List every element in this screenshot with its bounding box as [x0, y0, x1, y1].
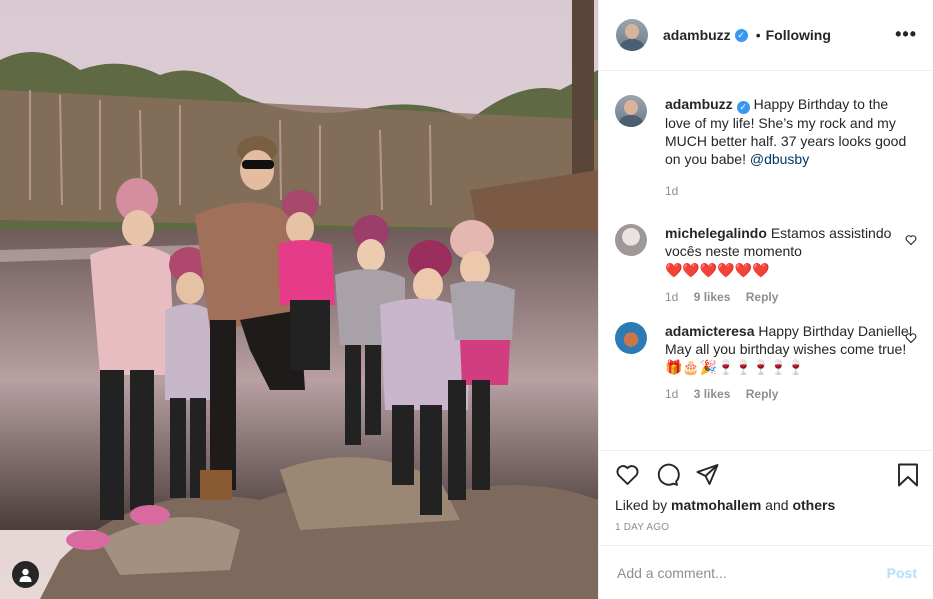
post-side-panel: adambuzz ✓ • Following ••• adambuzz ✓ Hap… — [598, 0, 933, 599]
caption-time[interactable]: 1d — [665, 184, 678, 198]
post-actions: Liked by matmohallem and others 1 DAY AG… — [599, 450, 933, 545]
author-username[interactable]: adambuzz — [663, 27, 731, 43]
caption-mention-link[interactable]: @dbusby — [750, 151, 809, 167]
bookmark-icon[interactable] — [897, 463, 919, 492]
comment-reply-button[interactable]: Reply — [746, 387, 779, 401]
liked-by-text: Liked by matmohallem and others — [615, 497, 835, 513]
verified-badge-icon: ✓ — [734, 28, 748, 42]
commenter-avatar[interactable] — [615, 224, 647, 256]
share-paper-plane-icon[interactable] — [695, 463, 720, 492]
post-timestamp[interactable]: 1 DAY AGO — [615, 522, 669, 533]
commenter-avatar[interactable] — [615, 322, 647, 354]
post-comment-button[interactable]: Post — [887, 565, 917, 581]
add-comment-bar: Post — [599, 545, 933, 599]
add-comment-input[interactable] — [615, 563, 887, 582]
comment-likes[interactable]: 9 likes — [694, 290, 731, 304]
comment-meta: 1d 3 likes Reply — [665, 385, 917, 403]
liked-by-prefix: Liked by — [615, 497, 672, 513]
comments-list[interactable]: adambuzz ✓ Happy Birthday to the love of … — [599, 71, 933, 450]
liked-by-and: and — [761, 497, 793, 513]
caption-author-avatar[interactable] — [615, 95, 647, 127]
comment-time[interactable]: 1d — [665, 387, 678, 401]
comment-emoji: 🎁🎂🎉🍷🍷🍷🍷🍷 — [665, 359, 805, 375]
more-options-icon[interactable]: ••• — [895, 24, 917, 45]
comment-time[interactable]: 1d — [665, 290, 678, 304]
caption-row: adambuzz ✓ Happy Birthday to the love of … — [615, 95, 917, 200]
comment-author[interactable]: adamicteresa — [665, 323, 755, 339]
comment-like-heart-icon[interactable] — [905, 332, 917, 347]
comment-emoji: ❤️❤️❤️❤️❤️❤️ — [665, 262, 770, 278]
following-button[interactable]: Following — [766, 27, 831, 43]
family-photo-image — [0, 0, 598, 599]
post-photo[interactable] — [0, 0, 598, 599]
comment-author[interactable]: michelegalindo — [665, 225, 767, 241]
verified-badge-icon: ✓ — [736, 101, 750, 114]
liked-by-user-link[interactable]: matmohallem — [671, 497, 761, 513]
comment-row: michelegalindo Estamos assistindo vocês … — [615, 224, 917, 306]
user-icon — [19, 568, 32, 582]
tagged-users-button[interactable] — [12, 561, 39, 588]
comment-like-heart-icon[interactable] — [905, 234, 917, 249]
post-header: adambuzz ✓ • Following ••• — [599, 0, 933, 71]
liked-by-others-link[interactable]: others — [792, 497, 835, 513]
comment-bubble-icon[interactable] — [655, 463, 680, 492]
comment-likes[interactable]: 3 likes — [694, 387, 731, 401]
separator-dot: • — [755, 27, 761, 43]
caption-meta: 1d — [665, 182, 917, 200]
comment-meta: 1d 9 likes Reply — [665, 288, 917, 306]
author-avatar[interactable] — [616, 19, 648, 51]
comment-reply-button[interactable]: Reply — [746, 290, 779, 304]
caption-author[interactable]: adambuzz — [665, 96, 733, 112]
like-heart-icon[interactable] — [615, 463, 640, 492]
comment-row: adamicteresa Happy Birthday Danielle! Ma… — [615, 322, 917, 403]
